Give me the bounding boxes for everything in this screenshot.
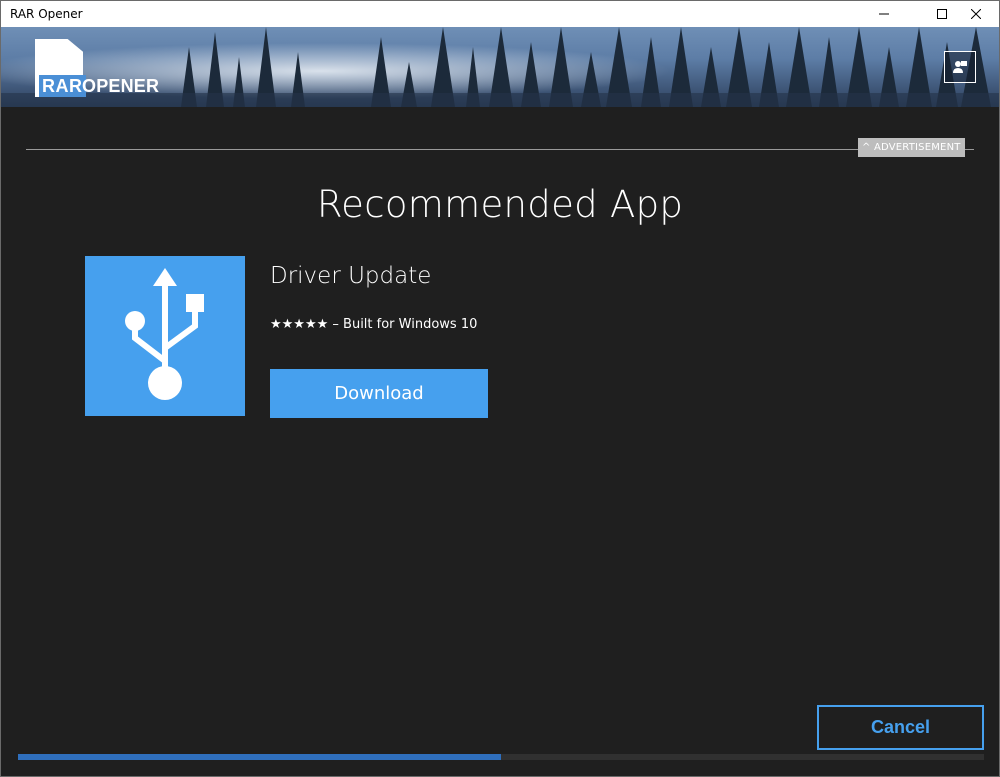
usb-icon [125, 268, 204, 400]
app-name: Driver Update [270, 263, 432, 289]
app-logo: RAR OPENER [35, 39, 159, 99]
advertisement-tag[interactable]: ^ ADVERTISEMENT [858, 138, 965, 157]
title-bar[interactable]: RAR Opener [1, 1, 999, 27]
app-window: RAR Opener RAR OPENER ^ ADVERTISEMENT Re… [0, 0, 1000, 777]
minimize-button[interactable] [861, 1, 907, 27]
logo-opener-text: OPENER [82, 76, 160, 96]
page-title: Recommended App [316, 183, 684, 226]
advertisement-divider [26, 149, 974, 150]
minimize-icon [879, 13, 889, 15]
feedback-button[interactable] [944, 51, 976, 83]
feedback-person-icon [953, 61, 967, 73]
header-banner: RAR OPENER [1, 27, 999, 107]
app-tile[interactable] [85, 256, 245, 416]
cancel-button[interactable]: Cancel [817, 705, 984, 750]
close-button[interactable] [953, 1, 999, 27]
progress-bar [18, 754, 984, 760]
download-button[interactable]: Download [270, 369, 488, 418]
maximize-icon [937, 9, 947, 19]
app-rating-meta: ★★★★★ – Built for Windows 10 [270, 317, 478, 332]
logo-rar-text: RAR [39, 75, 86, 97]
close-icon [971, 9, 981, 19]
window-title: RAR Opener [10, 7, 83, 21]
progress-bar-fill [18, 754, 501, 760]
